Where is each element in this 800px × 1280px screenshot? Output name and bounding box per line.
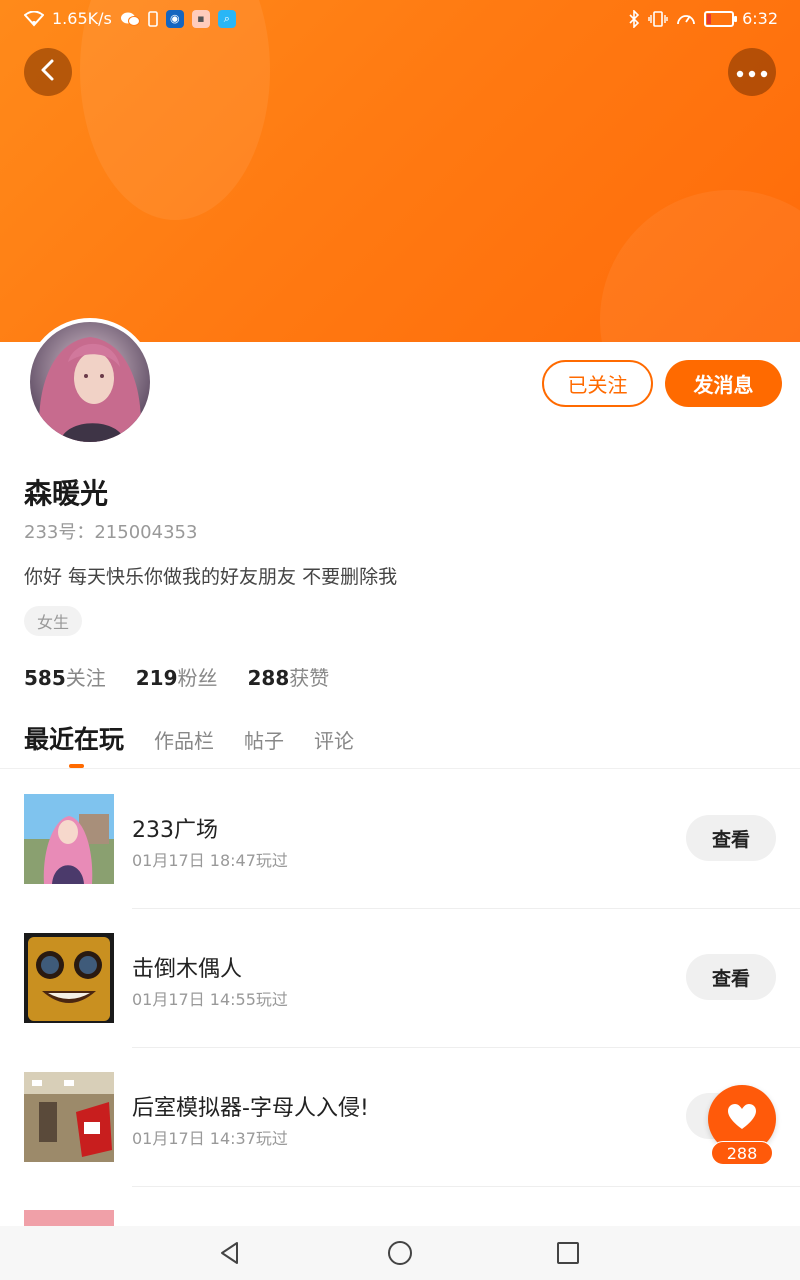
user-id: 233号：215004353 — [24, 522, 198, 543]
game-played-time: 01月17日 14:37玩过 — [132, 1129, 288, 1148]
gender-tag: 女生 — [24, 606, 83, 636]
stat-likes[interactable]: 288获赞 — [248, 662, 330, 691]
stat-number: 288 — [247, 666, 290, 690]
bluetooth-icon — [628, 9, 640, 28]
system-nav-bar — [0, 1226, 800, 1280]
app-chat-icon: ▪ — [191, 9, 210, 28]
user-name: 森暖光 — [24, 477, 109, 510]
like-count: 288 — [711, 1141, 773, 1165]
chevron-left-icon — [38, 58, 58, 86]
tabs-divider — [0, 768, 800, 769]
app-search-icon: ⌕ — [217, 9, 236, 28]
more-button[interactable] — [728, 48, 776, 96]
stat-following[interactable]: 585关注 — [24, 662, 106, 691]
home-circle-icon[interactable] — [386, 1239, 414, 1267]
app-bulb-icon: ◉ — [165, 9, 184, 28]
game-thumbnail — [24, 794, 114, 884]
game-thumbnail — [24, 933, 114, 1023]
stat-label: 关注 — [65, 666, 106, 690]
stat-number: 585 — [24, 666, 66, 690]
network-speed: 1.65K/s — [52, 9, 112, 28]
tab-posts[interactable]: 帖子 — [244, 725, 284, 754]
vibrate-icon — [648, 10, 668, 27]
list-item[interactable]: 后室模拟器-字母人入侵! 01月17日 14:37玩过 查看 — [0, 1048, 800, 1187]
back-triangle-icon[interactable] — [216, 1239, 244, 1267]
profile-stats: 585关注 219粉丝 288获赞 — [24, 662, 329, 691]
phone-icon — [148, 10, 158, 27]
status-bar: 1.65K/s ◉ ▪ ⌕ 6:32 — [0, 0, 800, 38]
tab-works[interactable]: 作品栏 — [154, 725, 214, 754]
game-played-time: 01月17日 14:55玩过 — [132, 990, 288, 1009]
followed-button[interactable]: 已关注 — [542, 360, 653, 407]
game-title: 击倒木偶人 — [132, 957, 243, 982]
stat-label: 获赞 — [289, 666, 330, 690]
send-message-button[interactable]: 发消息 — [665, 360, 782, 407]
tab-comments[interactable]: 评论 — [314, 725, 354, 754]
stat-fans[interactable]: 219粉丝 — [136, 662, 218, 691]
tab-recently-played[interactable]: 最近在玩 — [24, 720, 124, 756]
avatar[interactable] — [26, 318, 154, 446]
stat-label: 粉丝 — [177, 666, 218, 690]
user-bio: 你好 每天快乐你做我的好友朋友 不要删除我 — [24, 566, 398, 588]
speed-icon — [676, 10, 696, 28]
game-title: 233广场 — [132, 818, 218, 843]
list-item[interactable]: 击倒木偶人 01月17日 14:55玩过 查看 — [0, 909, 800, 1048]
back-button[interactable] — [24, 48, 72, 96]
stat-number: 219 — [135, 666, 178, 690]
more-dots-icon — [736, 63, 768, 82]
recents-square-icon[interactable] — [554, 1239, 582, 1267]
heart-icon — [727, 1103, 757, 1135]
view-button[interactable]: 查看 — [686, 815, 776, 861]
wifi-icon — [24, 10, 44, 27]
battery-icon — [704, 10, 738, 27]
wechat-icon — [120, 11, 140, 27]
profile-tabs: 最近在玩 作品栏 帖子 评论 — [24, 720, 354, 756]
list-item[interactable]: 233广场 01月17日 18:47玩过 查看 — [0, 770, 800, 909]
recent-games-list: 233广场 01月17日 18:47玩过 查看 击倒木偶人 01月17日 14:… — [0, 770, 800, 1187]
row-divider — [132, 1186, 800, 1187]
game-thumbnail — [24, 1072, 114, 1162]
profile-banner — [0, 0, 800, 342]
view-button[interactable]: 查看 — [686, 954, 776, 1000]
clock: 6:32 — [742, 9, 778, 28]
game-played-time: 01月17日 18:47玩过 — [132, 851, 288, 870]
banner-decoration — [600, 190, 800, 342]
game-title: 后室模拟器-字母人入侵! — [132, 1096, 369, 1121]
